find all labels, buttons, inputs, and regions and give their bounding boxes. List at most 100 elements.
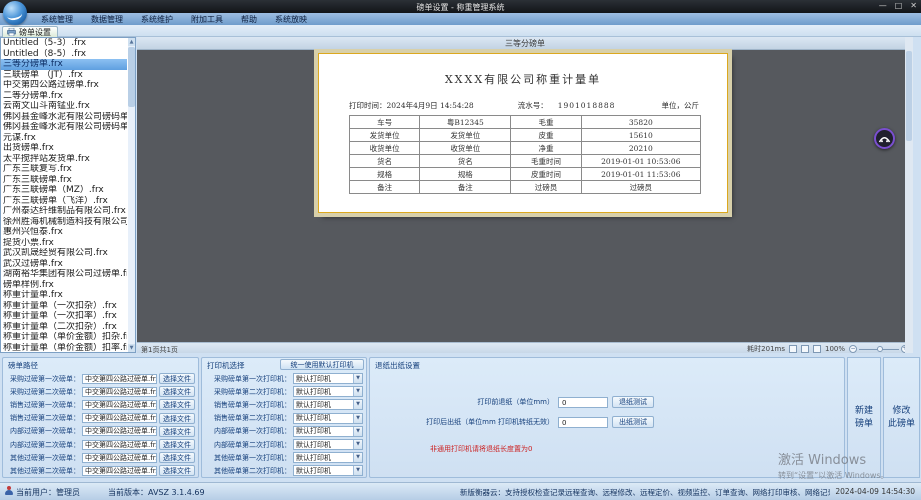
table-row: 车号 粤B12345 毛重 35820 xyxy=(350,116,701,129)
zoom-slider-thumb[interactable] xyxy=(877,346,883,352)
facing-view-icon[interactable] xyxy=(813,345,821,353)
use-default-printer-button[interactable]: 统一使用默认打印机 xyxy=(280,359,364,370)
zoom-slider[interactable]: − + xyxy=(849,345,909,353)
list-item[interactable]: 广东三联磅单（飞洋）.frx xyxy=(1,196,127,207)
preview-scrollbar-thumb[interactable] xyxy=(906,51,912,141)
path-file-input[interactable]: 中交第四公路过磅单.frx xyxy=(82,387,157,397)
menu-item[interactable]: 系统维护 xyxy=(132,14,182,25)
retract-test-button[interactable]: 退纸测试 xyxy=(612,396,654,408)
list-item[interactable]: 称重计量单（单价金额）扣杂.fr xyxy=(1,332,127,343)
chevron-down-icon[interactable]: ▼ xyxy=(353,400,362,409)
printer-row-label: 采购磅单第二次打印机： xyxy=(205,387,291,397)
new-bangdan-button[interactable]: 新建 磅单 xyxy=(847,357,881,478)
path-file-input[interactable]: 中交第四公路过磅单.frx xyxy=(82,426,157,436)
printer-dropdown[interactable]: 默认打印机 ▼ xyxy=(293,373,363,384)
choose-file-button[interactable]: 选择文件 xyxy=(159,373,195,384)
list-item[interactable]: 磅单样例.frx xyxy=(1,280,127,291)
eject-length-input[interactable]: 0 xyxy=(558,417,608,428)
list-item[interactable]: 太平搅拌站发货单.frx xyxy=(1,154,127,165)
list-item[interactable]: Untitled（5-3）.frx xyxy=(1,38,127,49)
elapsed-time: 耗时201ms xyxy=(747,344,785,353)
list-item[interactable]: 称重计量单（二次扣杂）.frx xyxy=(1,322,127,333)
printer-dropdown[interactable]: 默认打印机 ▼ xyxy=(293,413,363,424)
scroll-down-icon[interactable]: ▼ xyxy=(128,344,135,352)
list-item[interactable]: 武汉凯晟经贸有限公司.frx xyxy=(1,248,127,259)
path-file-input[interactable]: 中交第四公路过磅单.frx xyxy=(82,374,157,384)
printer-icon xyxy=(7,28,16,36)
list-item[interactable]: 惠州兴恒泰.frx xyxy=(1,227,127,238)
list-item[interactable]: 佛冈县金峰水泥有限公司磅码单 xyxy=(1,122,127,133)
list-item[interactable]: 湖南裕华集团有限公司过磅单.fr xyxy=(1,269,127,280)
list-item[interactable]: 出货磅单.frx xyxy=(1,143,127,154)
path-file-input[interactable]: 中交第四公路过磅单.frx xyxy=(82,466,157,476)
list-item[interactable]: 徐州胜海机械制造科技有限公司. xyxy=(1,217,127,228)
list-item[interactable]: 武汉过磅单.frx xyxy=(1,259,127,270)
modify-bangdan-button[interactable]: 修改 此磅单 xyxy=(883,357,920,478)
list-item[interactable]: 二等分磅单.frx xyxy=(1,91,127,102)
chevron-down-icon[interactable]: ▼ xyxy=(353,466,362,475)
eject-test-button[interactable]: 出纸测试 xyxy=(612,416,654,428)
path-file-input[interactable]: 中交第四公路过磅单.frx xyxy=(82,440,157,450)
list-item[interactable]: 广东三联复写.frx xyxy=(1,164,127,175)
menu-item[interactable]: 帮助 xyxy=(232,14,266,25)
list-item[interactable]: 称重计量单（一次扣率）.frx xyxy=(1,311,127,322)
tab-bangdan-settings[interactable]: 磅单设置 xyxy=(2,26,58,37)
serial-value: 1901018888 xyxy=(558,101,616,110)
list-item[interactable]: 中交第四公路过磅单.frx xyxy=(1,80,127,91)
chevron-down-icon[interactable]: ▼ xyxy=(353,453,362,462)
list-item[interactable]: 云南文山斗南锰业.frx xyxy=(1,101,127,112)
list-item[interactable]: 元谋.frx xyxy=(1,133,127,144)
choose-file-button[interactable]: 选择文件 xyxy=(159,439,195,450)
chevron-down-icon[interactable]: ▼ xyxy=(353,387,362,396)
menu-item[interactable]: 系统放映 xyxy=(266,14,316,25)
close-icon[interactable]: ✕ xyxy=(910,1,917,10)
list-item[interactable]: Untitled（8-5）.frx xyxy=(1,49,127,60)
list-item[interactable]: 称重计量单（一次扣杂）.frx xyxy=(1,301,127,312)
eject-label: 打印后出纸（单位mm 打印机转纸无效） xyxy=(396,417,554,427)
list-item[interactable]: 佛冈县金峰水泥有限公司磅码单 xyxy=(1,112,127,123)
list-item[interactable]: 三联磅单 （JT）.frx xyxy=(1,70,127,81)
list-item[interactable]: 提货小票.frx xyxy=(1,238,127,249)
choose-file-button[interactable]: 选择文件 xyxy=(159,413,195,424)
scroll-up-icon[interactable]: ▲ xyxy=(128,38,135,46)
floating-widget-icon[interactable] xyxy=(874,128,895,149)
menu-item[interactable]: 数据管理 xyxy=(82,14,132,25)
list-item[interactable]: 广州泰达纤维制品有限公司.frx xyxy=(1,206,127,217)
continuous-view-icon[interactable] xyxy=(801,345,809,353)
single-page-view-icon[interactable] xyxy=(789,345,797,353)
printer-dropdown[interactable]: 默认打印机 ▼ xyxy=(293,426,363,437)
retract-length-input[interactable]: 0 xyxy=(558,397,608,408)
choose-file-button[interactable]: 选择文件 xyxy=(159,465,195,476)
choose-file-button[interactable]: 选择文件 xyxy=(159,399,195,410)
path-file-input[interactable]: 中交第四公路过磅单.frx xyxy=(82,413,157,423)
list-scrollbar[interactable]: ▲ ▼ xyxy=(128,38,135,352)
list-item[interactable]: 称重计量单.frx xyxy=(1,290,127,301)
printer-dropdown[interactable]: 默认打印机 ▼ xyxy=(293,386,363,397)
printer-dropdown[interactable]: 默认打印机 ▼ xyxy=(293,399,363,410)
chevron-down-icon[interactable]: ▼ xyxy=(353,414,362,423)
maximize-icon[interactable]: □ xyxy=(895,1,903,10)
printer-dropdown[interactable]: 默认打印机 ▼ xyxy=(293,452,363,463)
choose-file-button[interactable]: 选择文件 xyxy=(159,426,195,437)
list-item[interactable]: 称重计量单（单价金额）扣率.fr xyxy=(1,343,127,354)
choose-file-button[interactable]: 选择文件 xyxy=(159,386,195,397)
list-item[interactable]: 三等分磅单.frx xyxy=(1,59,127,70)
zoom-out-icon[interactable]: − xyxy=(849,345,857,353)
chevron-down-icon[interactable]: ▼ xyxy=(353,440,362,449)
scrollbar-thumb[interactable] xyxy=(128,47,135,107)
menu-item[interactable]: 系统管理 xyxy=(32,14,82,25)
path-file-input[interactable]: 中交第四公路过磅单.frx xyxy=(82,453,157,463)
menu-item[interactable]: 附加工具 xyxy=(182,14,232,25)
chevron-down-icon[interactable]: ▼ xyxy=(353,427,362,436)
printer-row: 采购磅单第二次打印机： 默认打印机 ▼ xyxy=(202,385,366,398)
chevron-down-icon[interactable]: ▼ xyxy=(353,374,362,383)
choose-file-button[interactable]: 选择文件 xyxy=(159,452,195,463)
printer-dropdown[interactable]: 默认打印机 ▼ xyxy=(293,439,363,450)
preview-scrollbar[interactable] xyxy=(905,37,913,353)
list-item[interactable]: 广东三联磅单（MZ）.frx xyxy=(1,185,127,196)
printer-dropdown[interactable]: 默认打印机 ▼ xyxy=(293,465,363,476)
path-file-input[interactable]: 中交第四公路过磅单.frx xyxy=(82,400,157,410)
list-item[interactable]: 广东三联磅单.frx xyxy=(1,175,127,186)
minimize-icon[interactable]: — xyxy=(879,1,887,10)
printer-row-label: 采购磅单第一次打印机： xyxy=(205,374,291,384)
